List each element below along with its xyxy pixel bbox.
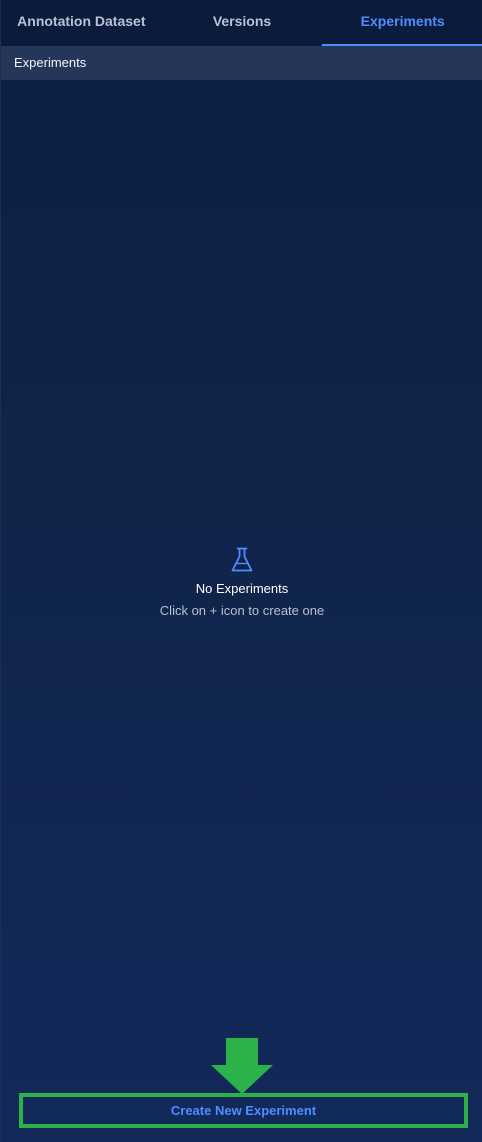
create-new-experiment-button[interactable]: Create New Experiment: [19, 1093, 468, 1128]
section-title: Experiments: [14, 55, 87, 70]
tab-versions[interactable]: Versions: [162, 0, 323, 46]
experiments-panel: Annotation Dataset Versions Experiments …: [0, 0, 482, 1142]
tab-bar: Annotation Dataset Versions Experiments: [1, 0, 482, 46]
section-header: Experiments: [1, 46, 482, 80]
tab-experiments[interactable]: Experiments: [322, 0, 482, 46]
flask-icon: [1, 545, 482, 575]
empty-state-title: No Experiments: [195, 581, 289, 596]
empty-state-subtitle: Click on + icon to create one: [159, 603, 325, 618]
empty-state: No Experiments Click on + icon to create…: [1, 545, 482, 618]
tab-annotation-dataset[interactable]: Annotation Dataset: [1, 0, 162, 46]
